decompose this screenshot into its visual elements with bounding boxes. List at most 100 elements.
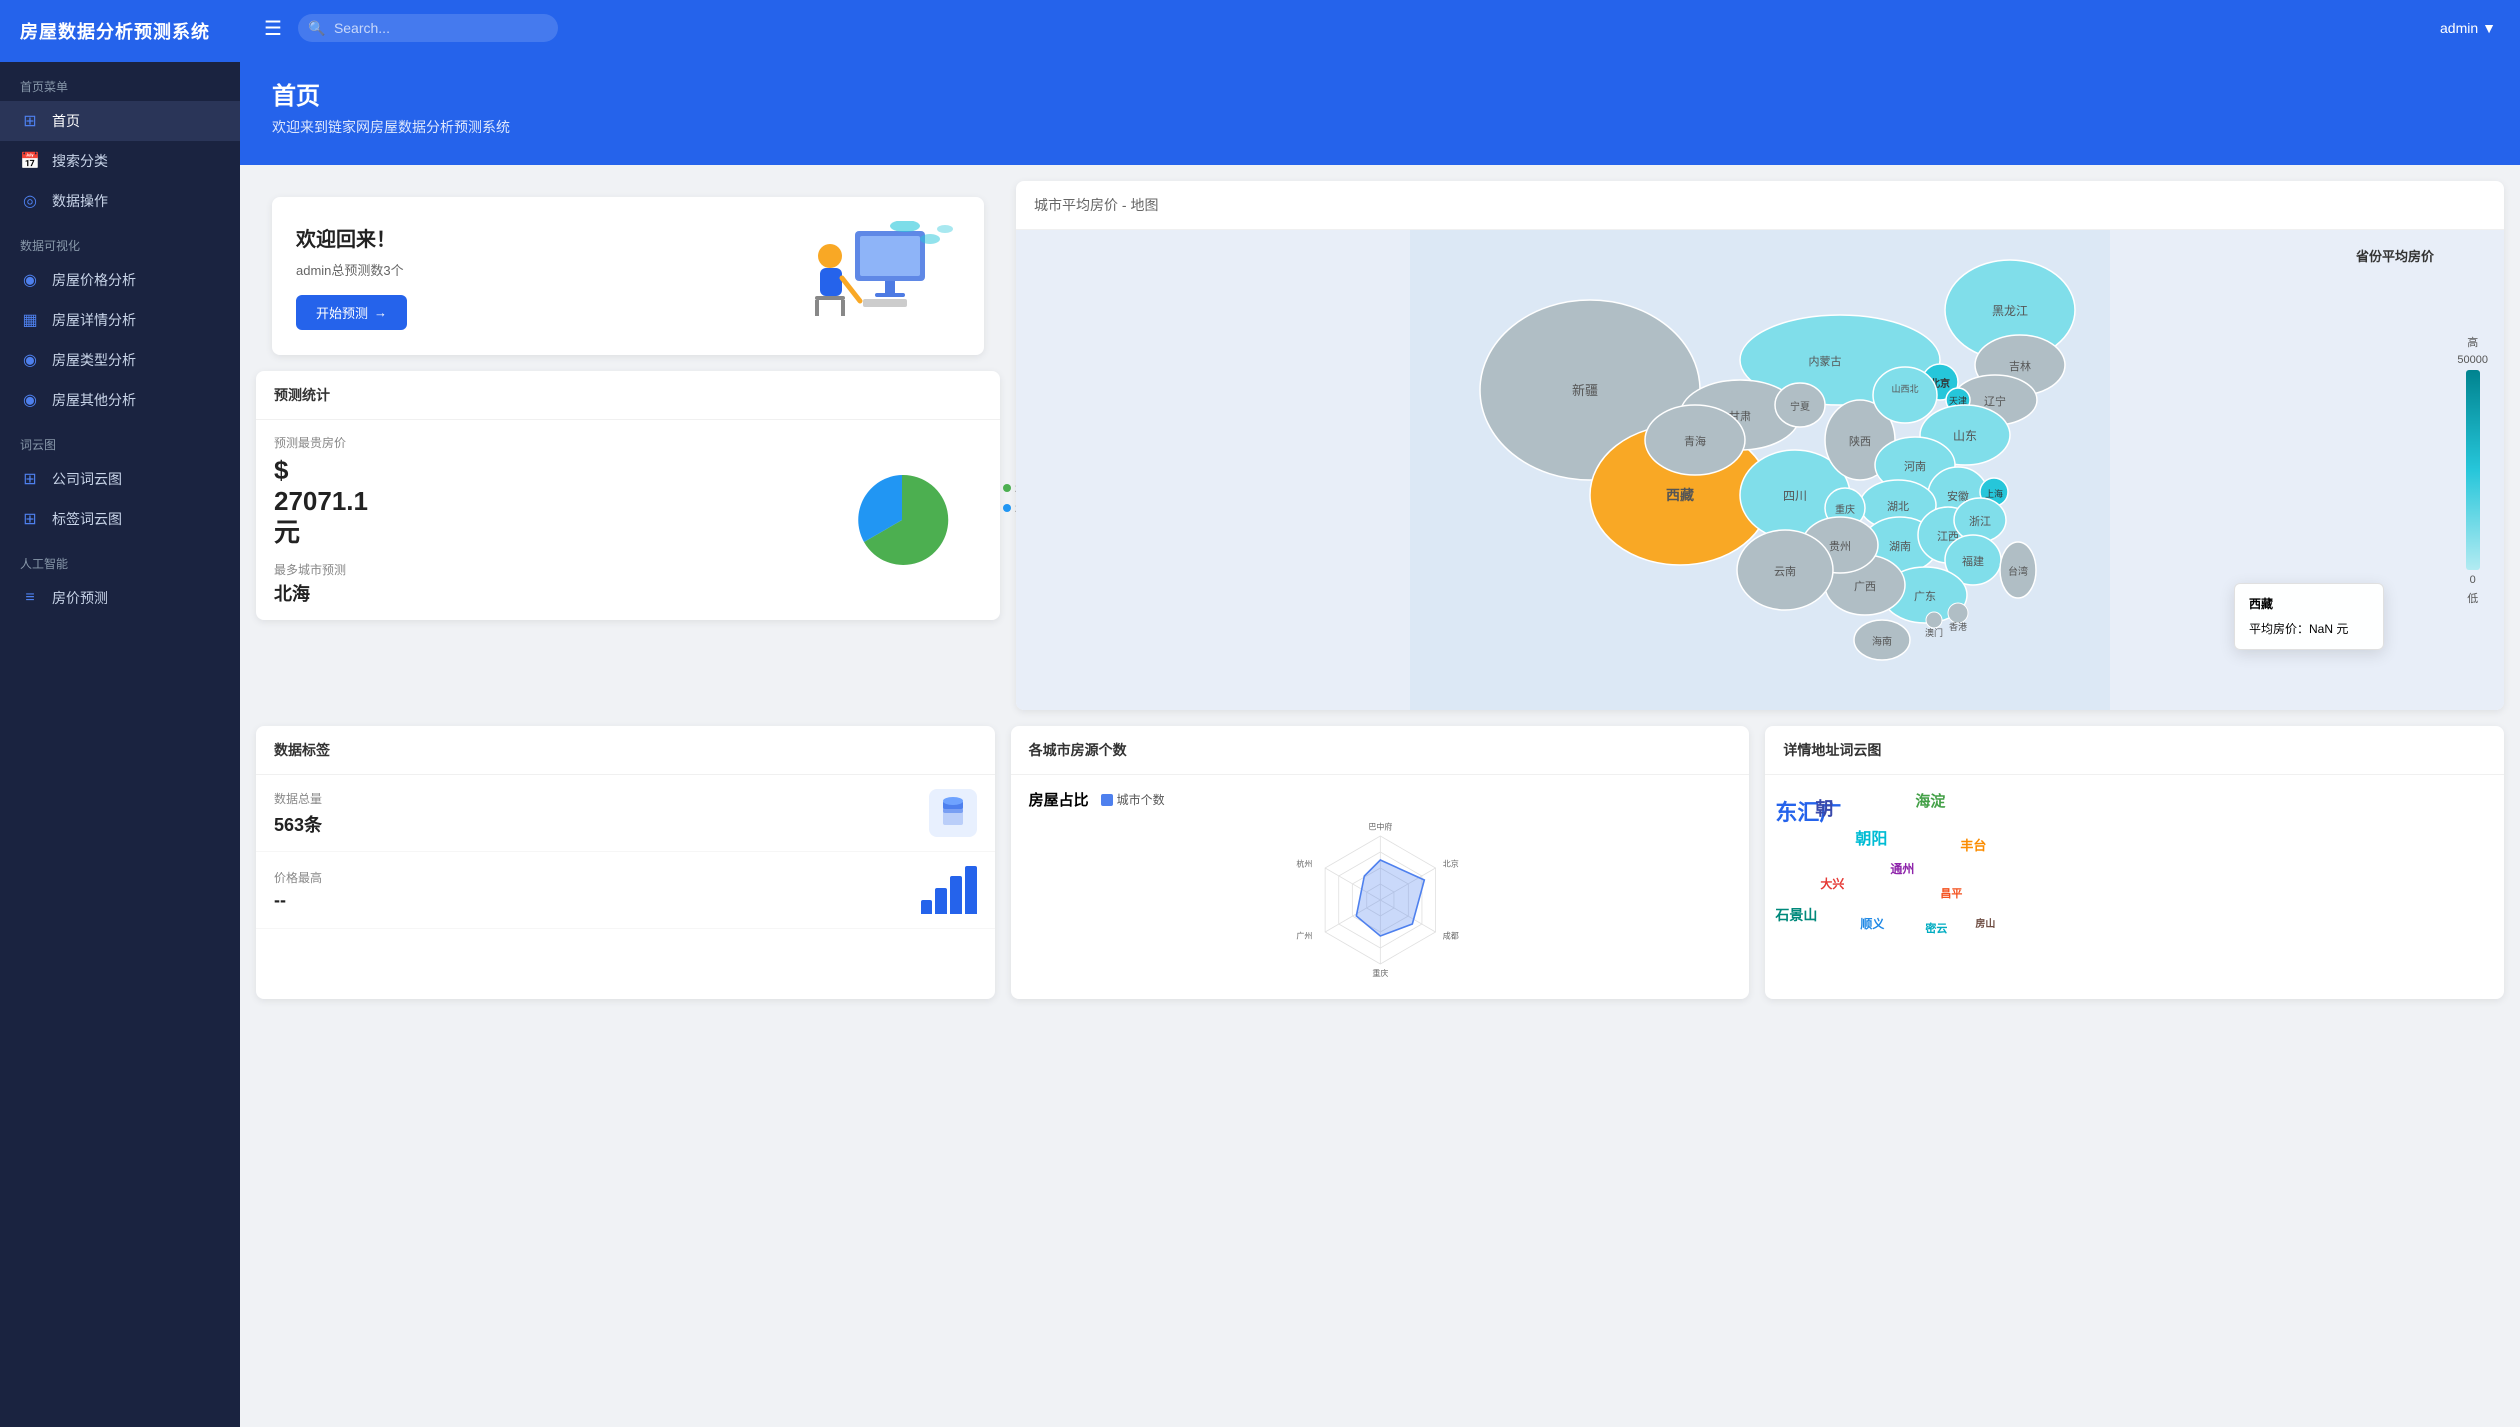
total-label: 数据总量 — [274, 790, 322, 807]
svg-text:重庆: 重庆 — [1835, 503, 1855, 516]
data-icon: ◎ — [20, 191, 40, 211]
scale-high-label: 高 — [2467, 334, 2478, 350]
sidebar: 房屋数据分析预测系统 首页菜单 ⊞ 首页 📅 搜索分类 ◎ 数据操作 数据可视化… — [0, 0, 240, 1427]
chart-icon: ◉ — [20, 270, 40, 290]
sidebar-item-predict[interactable]: ≡ 房价预测 — [0, 578, 240, 618]
radar-chart-card: 各城市房源个数 房屋占比 城市个数 — [1011, 726, 1750, 999]
data-icon-box — [929, 789, 977, 837]
price-value: -- — [274, 890, 322, 911]
prediction-stats-card: 预测统计 预测最贵房价 $ 27071.1 元 最多城市预测 北海 — [256, 371, 1000, 620]
svg-text:山西北: 山西北 — [1891, 384, 1918, 394]
admin-menu[interactable]: admin ▼ — [2440, 20, 2496, 36]
svg-text:香港: 香港 — [1949, 621, 1967, 632]
tooltip-value: 平均房价：NaN 元 — [2249, 619, 2369, 639]
bar-chart-icon — [921, 866, 977, 914]
bar-3 — [950, 876, 962, 914]
wordcloud-body: 东汇广 朝阳 海淀 丰台 大兴 通州 石景山 昌平 顺义 房山 朝 密云 — [1765, 775, 2504, 955]
radar-svg: 巴中府 北京 成都 重庆 广州 杭州 — [1029, 820, 1732, 980]
data-price-row: 价格最高 -- — [256, 852, 995, 929]
wc-word-3: 海淀 — [1915, 790, 1945, 811]
svg-text:广东: 广东 — [1914, 590, 1936, 603]
sidebar-item-company-cloud[interactable]: ⊞ 公司词云图 — [0, 459, 240, 499]
max-price-label: 预测最贵房价 — [274, 434, 798, 451]
welcome-card: 欢迎回来！ admin总预测数3个 开始预测 → — [272, 197, 984, 355]
main-area: ☰ 🔍 admin ▼ 首页 欢迎来到链家网房屋数据分析预测系统 欢迎回来！ — [240, 0, 2520, 1427]
welcome-illustration — [800, 221, 960, 331]
total-value: 563条 — [274, 811, 322, 837]
svg-text:海南: 海南 — [1872, 635, 1892, 648]
svg-text:吉林: 吉林 — [2009, 359, 2031, 373]
sidebar-item-tag-cloud[interactable]: ⊞ 标签词云图 — [0, 499, 240, 539]
svg-text:陕西: 陕西 — [1849, 434, 1871, 448]
bottom-cards-row: 数据标签 数据总量 563条 — [240, 726, 2520, 1015]
svg-text:山东: 山东 — [1953, 429, 1977, 443]
sidebar-section-ai: 人工智能 — [0, 539, 240, 578]
svg-text:湖南: 湖南 — [1889, 540, 1911, 553]
bar-2 — [935, 888, 947, 914]
tooltip-region: 西藏 — [2249, 594, 2369, 614]
tag-cloud-icon: ⊞ — [20, 509, 40, 529]
sidebar-item-data[interactable]: ◎ 数据操作 — [0, 181, 240, 221]
prediction-price: $ 27071.1 元 — [274, 455, 798, 549]
sidebar-item-other[interactable]: ◉ 房屋其他分析 — [0, 380, 240, 420]
data-price-info: 价格最高 -- — [274, 869, 322, 911]
type-icon: ◉ — [20, 350, 40, 370]
sidebar-item-search[interactable]: 📅 搜索分类 — [0, 141, 240, 181]
sidebar-item-price[interactable]: ◉ 房屋价格分析 — [0, 260, 240, 300]
home-icon: ⊞ — [20, 111, 40, 131]
welcome-title: 欢迎回来！ — [296, 223, 407, 252]
calendar-icon: 📅 — [20, 151, 40, 171]
search-container: 🔍 — [298, 14, 558, 42]
scale-low-label: 低 — [2467, 590, 2478, 606]
prediction-card-body: 预测最贵房价 $ 27071.1 元 最多城市预测 北海 — [256, 420, 1000, 620]
radar-grid: 巴中府 北京 成都 重庆 广州 杭州 — [1296, 822, 1458, 978]
pie-chart-container: 北京 北海 — [822, 470, 982, 570]
predict-icon: ≡ — [20, 588, 40, 608]
svg-text:贵州: 贵州 — [1829, 540, 1851, 553]
svg-text:福建: 福建 — [1962, 554, 1984, 568]
svg-text:浙江: 浙江 — [1969, 515, 1991, 528]
wc-word-2: 朝阳 — [1855, 825, 1887, 849]
sidebar-item-home[interactable]: ⊞ 首页 — [0, 101, 240, 141]
prediction-info: 预测最贵房价 $ 27071.1 元 最多城市预测 北海 — [274, 434, 798, 606]
sidebar-item-detail[interactable]: ▦ 房屋详情分析 — [0, 300, 240, 340]
wc-word-10: 房山 — [1975, 915, 1995, 930]
wc-word-6: 通州 — [1890, 860, 1914, 877]
map-tooltip: 西藏 平均房价：NaN 元 — [2234, 583, 2384, 650]
svg-text:杭州: 杭州 — [1296, 858, 1312, 868]
sidebar-item-type[interactable]: ◉ 房屋类型分析 — [0, 340, 240, 380]
sidebar-section-viz: 数据可视化 — [0, 221, 240, 260]
svg-text:黑龙江: 黑龙江 — [1992, 304, 2028, 318]
wc-word-7: 石景山 — [1775, 905, 1817, 925]
company-cloud-icon: ⊞ — [20, 469, 40, 489]
menu-toggle-button[interactable]: ☰ — [264, 16, 282, 41]
radar-header: 各城市房源个数 — [1011, 726, 1750, 775]
radar-legend: 房屋占比 城市个数 — [1029, 789, 1732, 810]
svg-text:广州: 广州 — [1296, 930, 1312, 940]
start-predict-button[interactable]: 开始预测 → — [296, 295, 407, 330]
data-total-info: 数据总量 563条 — [274, 790, 322, 837]
svg-text:巴中府: 巴中府 — [1368, 822, 1392, 832]
svg-text:台湾: 台湾 — [2008, 565, 2028, 578]
svg-text:澳门: 澳门 — [1925, 627, 1943, 638]
database-icon — [937, 797, 969, 829]
page-subtitle: 欢迎来到链家网房屋数据分析预测系统 — [272, 117, 2488, 137]
pie-chart — [852, 470, 952, 570]
search-input[interactable] — [298, 14, 558, 42]
svg-text:广西: 广西 — [1854, 580, 1876, 593]
svg-text:上海: 上海 — [1985, 488, 2003, 499]
wc-word-9: 顺义 — [1860, 915, 1884, 932]
prediction-card-header: 预测统计 — [256, 371, 1000, 420]
svg-text:青海: 青海 — [1684, 434, 1706, 448]
page-header: 首页 欢迎来到链家网房屋数据分析预测系统 — [240, 56, 2520, 165]
color-scale: 高 50000 0 低 — [2457, 334, 2488, 606]
city-name: 北海 — [274, 580, 798, 606]
price-label: 价格最高 — [274, 869, 322, 886]
sidebar-section-home: 首页菜单 — [0, 62, 240, 101]
data-tags-header: 数据标签 — [256, 726, 995, 775]
page-content: 首页 欢迎来到链家网房屋数据分析预测系统 欢迎回来！ admin总预测数3个 开… — [240, 56, 2520, 1427]
top-cards-row: 欢迎回来！ admin总预测数3个 开始预测 → — [240, 165, 2520, 726]
left-cards: 欢迎回来！ admin总预测数3个 开始预测 → — [256, 181, 1000, 710]
svg-text:内蒙古: 内蒙古 — [1809, 354, 1842, 368]
radar-legend-item: 城市个数 — [1101, 791, 1165, 808]
